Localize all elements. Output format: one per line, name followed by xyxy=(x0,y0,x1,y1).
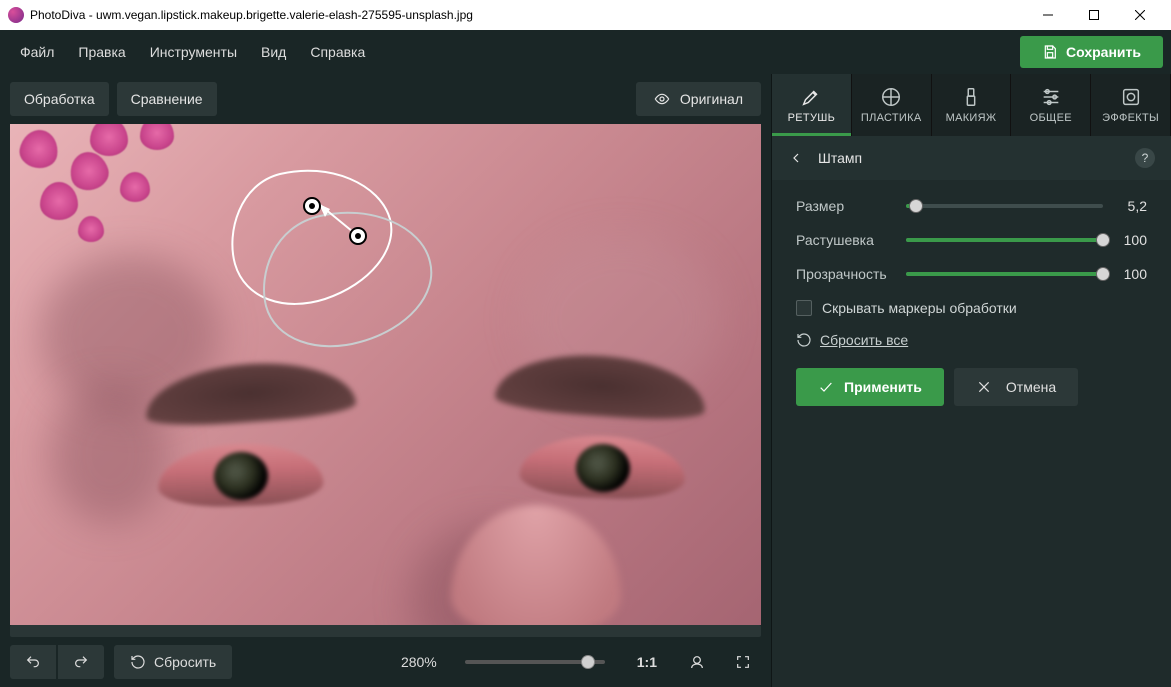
opacity-slider[interactable] xyxy=(906,272,1103,276)
check-icon xyxy=(818,379,834,395)
makeup-icon xyxy=(960,86,982,108)
menu-tools[interactable]: Инструменты xyxy=(138,30,249,74)
eye-icon xyxy=(654,91,670,107)
tab-effects[interactable]: ЭФФЕКТЫ xyxy=(1091,74,1171,136)
image-canvas[interactable] xyxy=(10,124,761,625)
process-button[interactable]: Обработка xyxy=(10,82,109,116)
hide-markers-label: Скрывать маркеры обработки xyxy=(822,300,1017,316)
size-slider[interactable] xyxy=(906,204,1103,208)
fullscreen-button[interactable] xyxy=(725,645,761,679)
panel-header: Штамп ? xyxy=(772,136,1171,180)
hide-markers-row[interactable]: Скрывать маркеры обработки xyxy=(796,300,1147,316)
menu-file[interactable]: Файл xyxy=(8,30,66,74)
tab-plastic[interactable]: ПЛАСТИКА xyxy=(852,74,932,136)
tab-general[interactable]: ОБЩЕЕ xyxy=(1011,74,1091,136)
reset-icon xyxy=(796,332,812,348)
ratio-button[interactable]: 1:1 xyxy=(637,654,657,670)
face-detect-button[interactable] xyxy=(679,645,715,679)
slider-thumb[interactable] xyxy=(581,655,595,669)
fullscreen-icon xyxy=(735,654,751,670)
undo-button[interactable] xyxy=(10,645,56,679)
redo-button[interactable] xyxy=(58,645,104,679)
horizontal-scrollbar[interactable] xyxy=(10,625,761,637)
view-toolbar: Обработка Сравнение Оригинал xyxy=(0,74,771,124)
menu-help[interactable]: Справка xyxy=(298,30,377,74)
apply-button[interactable]: Применить xyxy=(796,368,944,406)
opacity-label: Прозрачность xyxy=(796,266,906,282)
save-button[interactable]: Сохранить xyxy=(1020,36,1163,68)
right-panel: РЕТУШЬ ПЛАСТИКА МАКИЯЖ ОБЩЕЕ ЭФФЕКТЫ Шта… xyxy=(771,74,1171,687)
feather-slider-row: Растушевка 100 xyxy=(796,232,1147,248)
panel-title: Штамп xyxy=(818,150,862,166)
size-value: 5,2 xyxy=(1103,198,1147,214)
menu-view[interactable]: Вид xyxy=(249,30,298,74)
reset-icon xyxy=(130,654,146,670)
help-button[interactable]: ? xyxy=(1135,148,1155,168)
feather-slider[interactable] xyxy=(906,238,1103,242)
reset-all-button[interactable]: Сбросить все xyxy=(796,332,1147,348)
minimize-button[interactable] xyxy=(1025,0,1071,30)
undo-icon xyxy=(25,654,41,670)
panel-tabs: РЕТУШЬ ПЛАСТИКА МАКИЯЖ ОБЩЕЕ ЭФФЕКТЫ xyxy=(772,74,1171,136)
redo-icon xyxy=(73,654,89,670)
slider-thumb[interactable] xyxy=(909,199,923,213)
app-logo xyxy=(8,7,24,23)
face-feature xyxy=(519,433,686,501)
tab-retouch[interactable]: РЕТУШЬ xyxy=(772,74,852,136)
menu-edit[interactable]: Правка xyxy=(66,30,137,74)
window-titlebar: PhotoDiva - uwm.vegan.lipstick.makeup.br… xyxy=(0,0,1171,30)
slider-thumb[interactable] xyxy=(1096,267,1110,281)
bottom-bar: Сбросить 280% 1:1 xyxy=(0,637,771,687)
size-label: Размер xyxy=(796,198,906,214)
original-toggle[interactable]: Оригинал xyxy=(636,82,761,116)
compare-button[interactable]: Сравнение xyxy=(117,82,217,116)
close-icon xyxy=(976,379,992,395)
main-area: Обработка Сравнение Оригинал xyxy=(0,74,771,687)
maximize-button[interactable] xyxy=(1071,0,1117,30)
tab-makeup[interactable]: МАКИЯЖ xyxy=(932,74,1012,136)
slider-thumb[interactable] xyxy=(1096,233,1110,247)
sliders-icon xyxy=(1040,86,1062,108)
face-feature xyxy=(451,505,621,625)
save-icon xyxy=(1042,44,1058,60)
face-icon xyxy=(689,654,705,670)
size-slider-row: Размер 5,2 xyxy=(796,198,1147,214)
opacity-slider-row: Прозрачность 100 xyxy=(796,266,1147,282)
hide-markers-checkbox[interactable] xyxy=(796,300,812,316)
reset-button[interactable]: Сбросить xyxy=(114,645,232,679)
retouch-icon xyxy=(800,86,822,108)
back-icon[interactable] xyxy=(788,150,804,166)
flowers-decoration xyxy=(10,124,190,264)
feather-label: Растушевка xyxy=(796,232,906,248)
window-title: PhotoDiva - uwm.vegan.lipstick.makeup.br… xyxy=(30,8,1025,22)
cancel-button[interactable]: Отмена xyxy=(954,368,1078,406)
effects-icon xyxy=(1120,86,1142,108)
face-feature xyxy=(157,441,324,509)
plastic-icon xyxy=(880,86,902,108)
zoom-slider[interactable] xyxy=(465,660,605,664)
menu-bar: Файл Правка Инструменты Вид Справка Сохр… xyxy=(0,30,1171,74)
close-button[interactable] xyxy=(1117,0,1163,30)
zoom-label: 280% xyxy=(401,654,437,670)
